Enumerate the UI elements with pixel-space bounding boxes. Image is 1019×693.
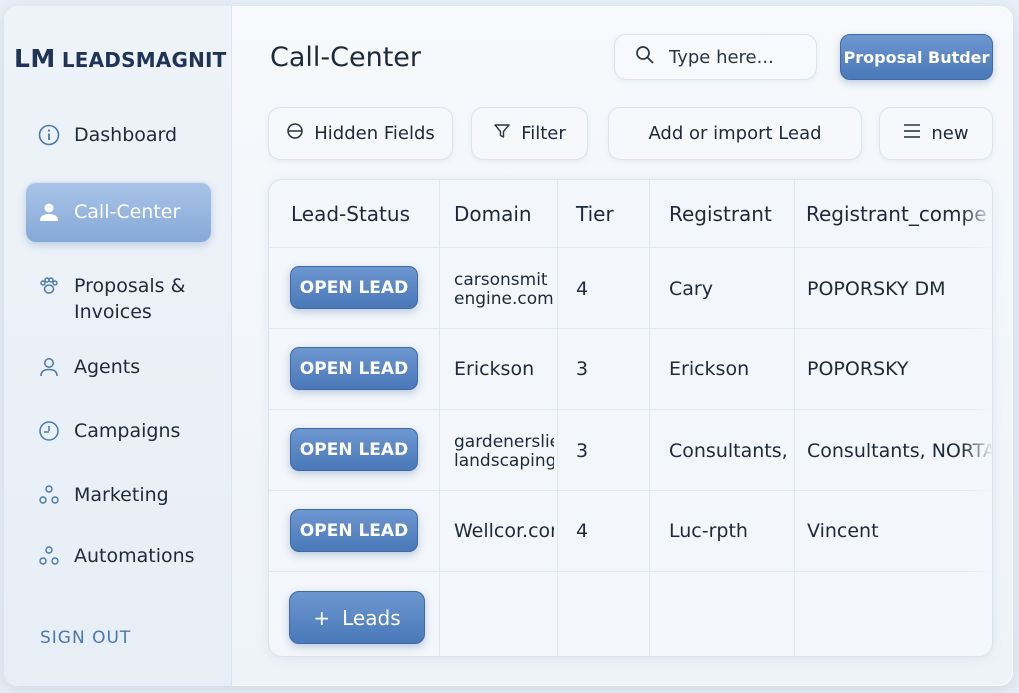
table-overflow-fade: [962, 180, 992, 656]
hidden-fields-label: Hidden Fields: [314, 123, 435, 144]
sidebar-item-label: Agents: [74, 356, 141, 378]
domain-cell: carsonsmit engine.com: [454, 271, 554, 309]
sidebar-item-label: Campaigns: [74, 420, 181, 442]
clock-icon: [38, 420, 60, 442]
search-icon: [635, 45, 655, 69]
domain-cell: gardenerslie landscaping: [454, 433, 554, 471]
hidden-fields-icon: [286, 122, 304, 145]
hidden-fields-button[interactable]: Hidden Fields: [268, 107, 453, 160]
paw-icon: [38, 275, 60, 297]
sidebar-item-agents[interactable]: Agents: [26, 354, 211, 380]
sign-out-link[interactable]: SIGN OUT: [40, 628, 131, 648]
menu-icon: [903, 123, 921, 144]
domain-line-1: carsonsmit: [454, 271, 548, 290]
domain-line-2: engine.com: [454, 289, 554, 309]
brand-name: LEADSMAGNIT: [61, 48, 227, 72]
column-header-lead-status[interactable]: Lead-Status: [291, 202, 410, 226]
sidebar-item-label: Automations: [74, 545, 195, 567]
label-line-1: Proposals &: [74, 275, 186, 297]
page-title: Call-Center: [270, 42, 422, 73]
domain-cell: Erickson: [454, 358, 535, 380]
search-input[interactable]: [669, 46, 799, 68]
open-lead-button[interactable]: OPEN LEAD: [290, 347, 418, 390]
filter-label: Filter: [521, 123, 566, 144]
sidebar-item-label: Proposals & Invoices: [74, 273, 185, 325]
row-divider: [269, 328, 992, 329]
registrant-cell: Consultants,: [669, 440, 788, 462]
registrant-cell: Cary: [669, 278, 713, 300]
new-menu-button[interactable]: new: [879, 107, 993, 160]
sidebar-item-dashboard[interactable]: Dashboard: [26, 122, 211, 148]
sidebar-item-label: Call-Center: [74, 201, 181, 223]
row-divider: [269, 571, 992, 572]
brand-logo: LM LEADSMAGNIT: [14, 44, 227, 73]
open-lead-button[interactable]: OPEN LEAD: [290, 266, 418, 309]
column-header-registrant[interactable]: Registrant: [669, 202, 772, 226]
tier-cell: 3: [576, 440, 589, 462]
row-divider: [269, 490, 992, 491]
tier-cell: 4: [576, 520, 589, 542]
info-circle-icon: [38, 124, 60, 146]
leads-table: Lead-Status Domain Tier Registrant Regis…: [268, 179, 993, 657]
column-divider: [439, 180, 440, 656]
registrant-cell: Erickson: [669, 358, 750, 380]
brand-mark: LM: [14, 44, 56, 73]
column-header-domain[interactable]: Domain: [454, 202, 532, 226]
tier-cell: 3: [576, 358, 589, 380]
column-header-tier[interactable]: Tier: [576, 202, 614, 226]
sidebar-item-automations[interactable]: Automations: [26, 543, 211, 569]
column-divider: [649, 180, 650, 656]
dots-icon: [38, 545, 60, 567]
plus-icon: +: [313, 605, 331, 630]
row-divider: [269, 247, 992, 248]
filter-button[interactable]: Filter: [471, 107, 588, 160]
new-label: new: [931, 123, 969, 144]
add-leads-button[interactable]: + Leads: [289, 591, 425, 644]
app-window: LM LEADSMAGNIT Dashboard Call-Center Pro…: [4, 6, 1013, 686]
filter-icon: [493, 122, 511, 145]
row-divider: [269, 409, 992, 410]
proposal-builder-button[interactable]: Proposal Butder: [840, 34, 993, 80]
sidebar-item-label: Marketing: [74, 484, 169, 506]
open-lead-button[interactable]: OPEN LEAD: [290, 428, 418, 471]
tier-cell: 4: [576, 278, 589, 300]
add-leads-label: Leads: [342, 605, 401, 630]
search-box[interactable]: [614, 34, 817, 80]
domain-cell: Wellcor.con: [454, 520, 554, 542]
registrant-cell: Luc-rpth: [669, 520, 748, 542]
add-import-label: Add or import Lead: [648, 123, 822, 144]
add-import-lead-button[interactable]: Add or import Lead: [608, 107, 862, 160]
dots-icon: [38, 484, 60, 506]
sidebar-item-label: Dashboard: [74, 124, 178, 146]
domain-line-1: gardenerslie: [454, 433, 554, 452]
sidebar-item-call-center[interactable]: Call-Center: [26, 182, 211, 242]
column-divider: [557, 180, 558, 656]
open-lead-button[interactable]: OPEN LEAD: [290, 509, 418, 552]
column-divider: [794, 180, 795, 656]
user-icon: [38, 201, 60, 223]
person-icon: [38, 356, 60, 378]
sidebar: LM LEADSMAGNIT Dashboard Call-Center Pro…: [4, 6, 232, 686]
sidebar-item-proposals-invoices[interactable]: Proposals & Invoices: [26, 273, 211, 325]
domain-line-2: landscaping: [454, 451, 554, 471]
label-line-2: Invoices: [74, 301, 152, 323]
column-header-registrant-company[interactable]: Registrant_compe: [806, 202, 987, 226]
sidebar-item-marketing[interactable]: Marketing: [26, 482, 211, 508]
sidebar-item-campaigns[interactable]: Campaigns: [26, 418, 211, 444]
